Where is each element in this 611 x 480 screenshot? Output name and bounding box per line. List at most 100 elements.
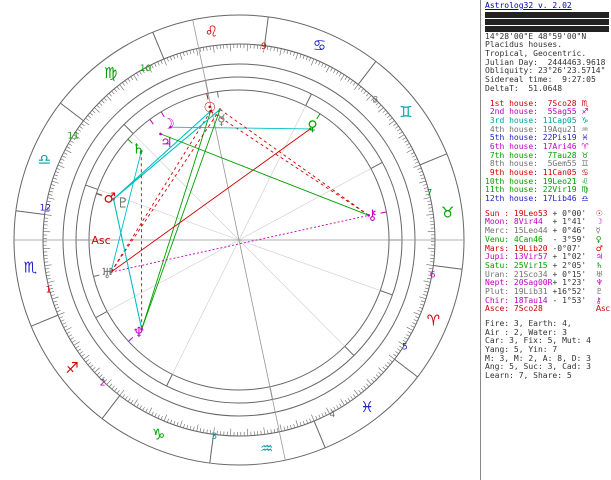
degree-tick (407, 146, 412, 149)
degree-tick (130, 399, 134, 404)
degree-tick (53, 177, 57, 180)
house-label: 12th house: (485, 194, 543, 204)
house-cusp-inner (106, 239, 240, 312)
degree-tick (148, 407, 153, 415)
sign-icon: ♏ (24, 259, 38, 277)
degree-tick (414, 161, 419, 164)
sign-divider (60, 102, 84, 122)
planet-speed (552, 304, 595, 313)
degree-tick (142, 407, 145, 411)
sign-icon: ♍ (104, 64, 117, 82)
degree-tick (206, 46, 208, 51)
degree-tick (179, 420, 183, 428)
degree-tick (116, 390, 120, 394)
degree-tick (308, 57, 312, 62)
degree-tick (295, 420, 299, 427)
planet-label: Uran: (485, 269, 514, 279)
degree-tick (87, 115, 91, 119)
sign-icon: ♐ (581, 107, 589, 117)
degree-tick (196, 424, 199, 432)
aspect-line (160, 133, 369, 216)
degree-tick (352, 82, 356, 86)
house-label: 10th house: (485, 176, 543, 186)
planet-position: 19Leo53 (513, 208, 553, 218)
degree-tick (413, 311, 421, 316)
degree-tick (353, 394, 356, 398)
house-label: 5th house: (485, 133, 543, 143)
house-cusp (380, 290, 393, 296)
summary-text: Air : 2, Water: 3 (485, 327, 567, 337)
degree-tick (71, 340, 76, 343)
house-label: 4th house: (485, 124, 543, 134)
house-value: 19Leo21 (542, 176, 582, 186)
degree-tick (386, 115, 391, 119)
aspect-line (141, 110, 212, 330)
planet-position: 4Can46 (513, 234, 553, 244)
degree-tick (407, 331, 412, 334)
degree-tick (389, 359, 393, 363)
degree-tick (389, 117, 393, 121)
degree-tick (378, 107, 384, 113)
degree-tick (417, 309, 422, 313)
degree-tick (48, 194, 53, 196)
degree-tick (50, 187, 55, 190)
degree-tick (52, 296, 59, 300)
house-cusp-inner (172, 239, 240, 375)
sign-divider (101, 395, 121, 419)
house-cusp-inner (132, 133, 240, 241)
planet-label: Moon: (485, 217, 514, 227)
planet-speed: + 1°41' (552, 217, 596, 227)
house-number: 12 (40, 203, 51, 213)
planet-label: Jupi: (485, 252, 514, 262)
degree-tick (45, 271, 50, 273)
degree-tick (290, 424, 292, 429)
degree-tick (127, 78, 131, 82)
degree-tick (203, 428, 205, 433)
sign-icon: ♊ (399, 103, 412, 121)
degree-tick (55, 171, 60, 174)
degree-tick (266, 46, 269, 51)
degree-tick (79, 126, 83, 129)
degree-tick (130, 76, 134, 81)
planet-icon: ♄ (132, 142, 145, 158)
planet-position: 19Lib31 (513, 286, 553, 296)
degree-tick (336, 405, 339, 409)
degree-tick (279, 48, 282, 56)
degree-tick (59, 161, 64, 164)
degree-tick (79, 351, 83, 355)
sign-divider (152, 31, 165, 60)
degree-tick (295, 52, 299, 60)
degree-tick (418, 170, 423, 173)
house-value: 7Tau28 (542, 150, 582, 160)
sign-icon: ♒ (581, 124, 589, 134)
house-row: 12th house: 17Lib46 ♎ (485, 194, 609, 204)
degree-tick (64, 149, 72, 154)
house-list: 1st house: 7Sco28 ♏ 2nd house: 5Sag55 ♐ … (485, 99, 609, 204)
planet-speed: +16°52' (552, 286, 596, 296)
house-number: 1 (46, 285, 52, 295)
degree-tick (124, 80, 128, 84)
degree-tick (179, 53, 183, 60)
house-number: 6 (430, 271, 436, 281)
degree-tick (340, 74, 345, 81)
sign-icon: ♉ (441, 203, 454, 221)
sign-icon: ♉ (581, 150, 589, 160)
degree-tick (163, 58, 167, 66)
degree-tick (151, 64, 154, 69)
degree-tick (276, 47, 279, 52)
sign-icon: ♌ (205, 22, 218, 40)
sign-icon: ♑ (581, 115, 589, 125)
app-title[interactable]: Astrolog32 v. 2.02 (485, 1, 609, 11)
sign-icon: ♎ (38, 151, 51, 169)
sign-icon: ♎ (581, 194, 589, 204)
degree-tick (363, 90, 367, 95)
redacted-line (485, 25, 609, 32)
degree-tick (406, 334, 410, 337)
degree-tick (413, 158, 418, 161)
house-number: 11 (67, 132, 78, 142)
degree-tick (353, 389, 359, 396)
degree-tick (310, 58, 315, 66)
degree-tick (423, 280, 431, 283)
sign-icon: ♓ (361, 398, 374, 416)
degree-tick (68, 334, 73, 337)
